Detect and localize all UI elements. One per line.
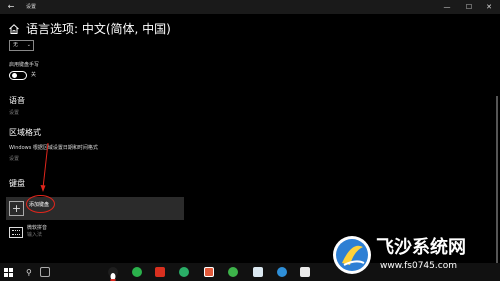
keyboard-type: 输入法	[27, 232, 43, 238]
watermark-text: 飞沙系统网	[376, 237, 466, 258]
handwriting-toggle[interactable]	[9, 71, 27, 80]
back-button[interactable]: ←	[4, 0, 18, 14]
handwriting-dropdown[interactable]: 无 ⌄	[9, 40, 34, 51]
voice-settings-button[interactable]: 设置	[9, 110, 19, 117]
keyboard-icon	[9, 227, 23, 238]
qq-icon[interactable]	[108, 267, 118, 281]
regional-section-title: 区域格式	[9, 128, 41, 137]
toggle-state-label: 关	[31, 72, 37, 78]
keyboard-name: 微软拼音	[27, 225, 48, 231]
maximize-button[interactable]: ☐	[458, 0, 480, 14]
watermark-logo-icon	[333, 236, 371, 274]
bird-icon[interactable]	[253, 267, 263, 277]
window-title: 设置	[26, 4, 37, 10]
hw-icon[interactable]	[300, 267, 310, 277]
chevron-down-icon: ⌄	[26, 42, 31, 48]
page-title: 语言选项: 中文(简体, 中国)	[26, 22, 171, 36]
highlight-circle	[26, 195, 55, 213]
windows-start-icon[interactable]	[4, 268, 14, 277]
plus-icon: +	[9, 201, 24, 216]
minimize-button[interactable]: —	[436, 0, 458, 14]
wechat-icon[interactable]	[179, 267, 189, 277]
handwriting-label: 启用键盘手写	[9, 62, 40, 68]
handwriting-dropdown-value: 无	[13, 42, 19, 48]
360-browser-icon[interactable]	[132, 267, 142, 277]
title-bar: ← 设置 — ☐ ✕	[0, 0, 500, 14]
watermark-url: www.fs0745.com	[380, 261, 457, 271]
reader-icon[interactable]	[204, 267, 214, 277]
toggle-knob	[12, 73, 17, 78]
task-view-icon[interactable]	[40, 267, 50, 277]
search-icon[interactable]: ⚲	[26, 269, 32, 277]
close-button[interactable]: ✕	[478, 0, 500, 14]
keyboard-section-title: 键盘	[9, 179, 25, 188]
home-icon[interactable]	[8, 23, 20, 35]
regional-description: Windows 根据区域设置日期和时间格式	[9, 145, 98, 151]
voice-section-title: 语音	[9, 96, 25, 105]
pdf-icon[interactable]	[155, 267, 165, 277]
security-icon[interactable]	[228, 267, 238, 277]
regional-settings-button[interactable]: 设置	[9, 156, 19, 163]
qq-browser-icon[interactable]	[277, 267, 287, 277]
watermark: 飞沙系统网 www.fs0745.com	[328, 235, 498, 277]
